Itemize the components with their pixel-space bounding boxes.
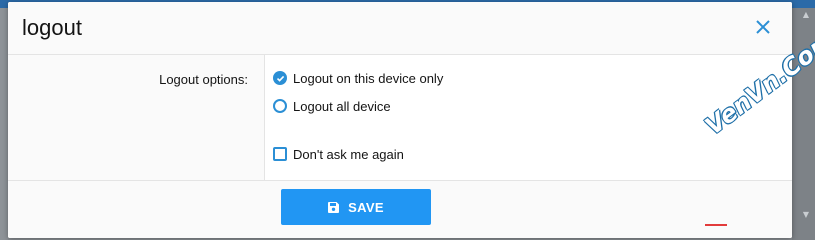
dialog-footer: SAVE [8,181,792,238]
dont-ask-label: Don't ask me again [293,146,404,162]
radio-unchecked-icon[interactable] [273,99,287,113]
checkmark-icon [276,75,284,82]
save-icon [328,201,340,213]
dialog-header: logout [8,2,792,55]
form-label-column: Logout options: [8,55,265,180]
logout-options-label: Logout options: [159,72,248,87]
logout-dialog: logout Logout options: SAVE [8,2,792,238]
scroll-up-arrow-icon[interactable]: ▲ [801,10,811,20]
radio-logout-all-devices[interactable]: Logout all device [273,97,391,115]
dont-ask-checkbox[interactable] [273,147,287,161]
radio-checked-icon[interactable] [273,71,287,85]
radio-logout-this-device[interactable]: Logout on this device only [273,69,443,87]
watermark-underline [705,224,727,226]
close-icon [756,20,770,34]
save-button[interactable]: SAVE [281,189,431,225]
close-button[interactable] [752,16,774,38]
radio-label-all-devices: Logout all device [293,98,391,114]
dont-ask-checkbox-row[interactable]: Don't ask me again [273,145,404,163]
page-backdrop-left [0,8,8,240]
save-button-label: SAVE [348,199,384,215]
dialog-title: logout [22,15,82,40]
radio-label-this-device: Logout on this device only [293,70,444,86]
scroll-down-arrow-icon[interactable]: ▼ [801,210,811,220]
